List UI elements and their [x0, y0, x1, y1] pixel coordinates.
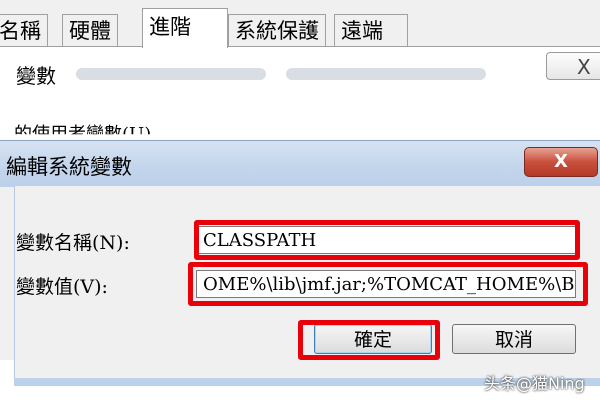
edit-system-variable-dialog: 編輯系統變數 X 變數名稱(N): CLASSPATH 變數值(V): OME%…	[0, 140, 600, 378]
cancel-button[interactable]: 取消	[452, 324, 576, 354]
parent-close-button[interactable]: X	[546, 52, 600, 80]
tab-remote[interactable]: 遠端	[334, 14, 408, 46]
dialog-close-button[interactable]: X	[524, 147, 598, 177]
variable-value-label: 變數值(V):	[16, 276, 108, 298]
blurred-text	[76, 68, 266, 80]
tab-bar: 名稱 硬體 進階 系統保護 遠端	[0, 0, 600, 48]
watermark: 头条@猫Ning	[484, 374, 585, 393]
highlight-box-value	[188, 262, 588, 306]
close-icon: X	[577, 55, 591, 79]
dialog-title: 編輯系統變數	[6, 155, 132, 179]
tab-computer-name[interactable]: 名稱	[0, 14, 48, 46]
tab-advanced[interactable]: 進階	[142, 8, 228, 48]
dialog-title-bar[interactable]: 編輯系統變數 X	[0, 140, 600, 187]
section-title: 變數	[16, 64, 56, 88]
tab-system-protection[interactable]: 系統保護	[228, 14, 326, 46]
tab-hardware[interactable]: 硬體	[62, 14, 118, 46]
blurred-text	[286, 68, 486, 80]
highlight-box-ok	[298, 320, 440, 360]
highlight-box-name	[194, 220, 580, 260]
close-icon: X	[554, 151, 568, 172]
variable-name-label: 變數名稱(N):	[16, 232, 130, 254]
